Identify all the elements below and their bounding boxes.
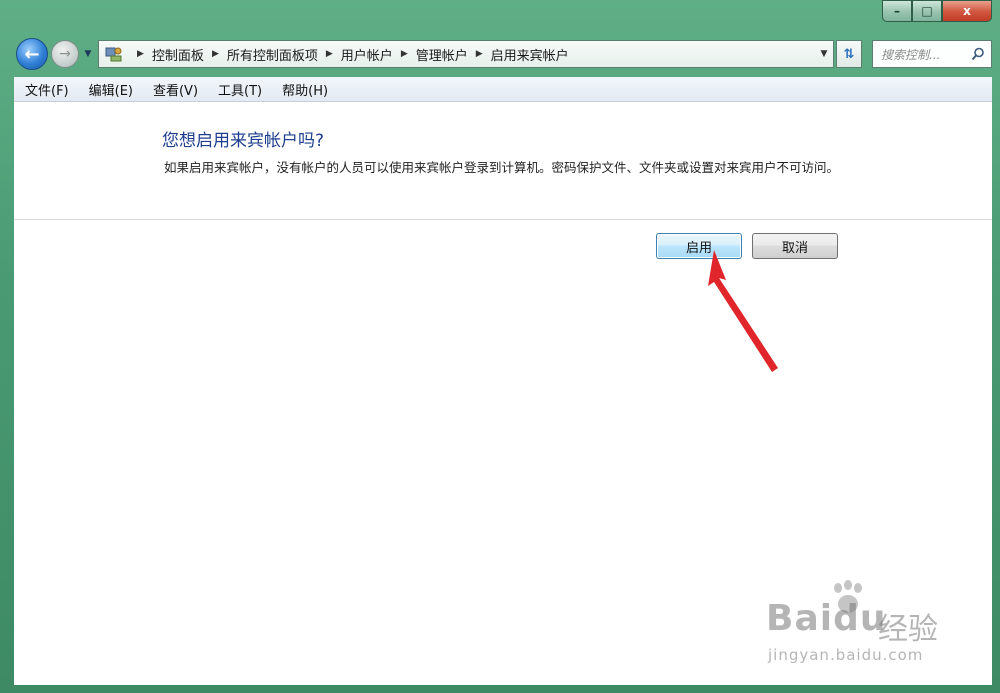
watermark-cn: 经验 bbox=[878, 612, 938, 647]
back-button[interactable]: ← bbox=[16, 38, 48, 70]
chevron-down-icon: ▼ bbox=[84, 49, 92, 59]
breadcrumb-control-panel[interactable]: 控制面板 bbox=[152, 45, 204, 64]
control-panel-icon bbox=[103, 43, 125, 65]
refresh-button[interactable]: ⇅ bbox=[836, 40, 862, 68]
minimize-button[interactable]: – bbox=[882, 0, 912, 22]
breadcrumb-separator: ▶ bbox=[475, 49, 483, 59]
forward-arrow-icon: → bbox=[59, 46, 71, 62]
back-arrow-icon: ← bbox=[24, 43, 40, 65]
description-text: 如果启用来宾帐户，没有帐户的人员可以使用来宾帐户登录到计算机。密码保护文件、文件… bbox=[164, 160, 840, 175]
watermark-url: jingyan.baidu.com bbox=[768, 646, 924, 664]
breadcrumb-separator: ▶ bbox=[325, 49, 333, 59]
content-area: 您想启用来宾帐户吗? 如果启用来宾帐户，没有帐户的人员可以使用来宾帐户登录到计算… bbox=[14, 102, 992, 685]
cancel-button[interactable]: 取消 bbox=[752, 233, 838, 259]
breadcrumb-separator: ▶ bbox=[137, 49, 144, 59]
menu-edit[interactable]: 编辑(E) bbox=[78, 80, 142, 99]
enable-button[interactable]: 启用 bbox=[656, 233, 742, 259]
caption-buttons: – □ x bbox=[882, 0, 992, 24]
breadcrumb-enable-guest[interactable]: 启用来宾帐户 bbox=[491, 45, 569, 64]
baidu-watermark: Baidu 经验 jingyan.baidu.com bbox=[766, 580, 966, 670]
close-button[interactable]: x bbox=[942, 0, 992, 22]
breadcrumb-separator: ▶ bbox=[211, 49, 219, 59]
breadcrumb-manage-accounts[interactable]: 管理帐户 bbox=[416, 45, 468, 64]
maximize-button[interactable]: □ bbox=[912, 0, 942, 22]
menu-file[interactable]: 文件(F) bbox=[14, 80, 78, 99]
breadcrumb-separator: ▶ bbox=[400, 49, 408, 59]
page-title: 您想启用来宾帐户吗? bbox=[162, 131, 325, 151]
menu-bar: 文件(F) 编辑(E) 查看(V) 工具(T) 帮助(H) bbox=[14, 77, 992, 102]
chevron-down-icon: ▼ bbox=[820, 49, 828, 59]
search-icon[interactable] bbox=[971, 47, 985, 61]
address-bar[interactable]: ▶ 控制面板 ▶ 所有控制面板项 ▶ 用户帐户 ▶ 管理帐户 ▶ 启用来宾帐户 … bbox=[98, 40, 834, 68]
watermark-brand: Baidu bbox=[766, 598, 887, 639]
refresh-icon: ⇅ bbox=[843, 46, 855, 62]
breadcrumb-user-accounts[interactable]: 用户帐户 bbox=[341, 45, 393, 64]
menu-view[interactable]: 查看(V) bbox=[142, 80, 207, 99]
menu-help[interactable]: 帮助(H) bbox=[271, 80, 337, 99]
info-panel: 您想启用来宾帐户吗? 如果启用来宾帐户，没有帐户的人员可以使用来宾帐户登录到计算… bbox=[14, 102, 992, 220]
menu-tools[interactable]: 工具(T) bbox=[207, 80, 271, 99]
address-dropdown-button[interactable]: ▼ bbox=[815, 41, 833, 67]
breadcrumb-all-items[interactable]: 所有控制面板项 bbox=[227, 45, 318, 64]
recent-pages-dropdown[interactable]: ▼ bbox=[82, 48, 94, 60]
search-input[interactable]: 搜索控制... bbox=[872, 40, 992, 68]
navigation-bar: ← → ▼ ▶ 控制面板 ▶ 所有控制面板项 ▶ 用户帐户 ▶ 管理帐户 ▶ 启… bbox=[14, 36, 992, 72]
forward-button[interactable]: → bbox=[51, 40, 79, 68]
search-placeholder: 搜索控制... bbox=[881, 47, 941, 62]
explorer-window: – □ x ← → ▼ ▶ 控制面板 ▶ 所有控制面板项 ▶ 用户帐户 ▶ 管理… bbox=[0, 0, 1000, 693]
